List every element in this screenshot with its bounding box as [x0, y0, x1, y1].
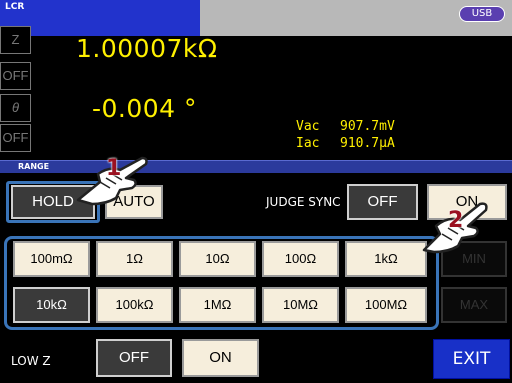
max-label: MAX	[459, 297, 489, 312]
callout-1-number: 1	[106, 156, 122, 181]
param1-value: 1.00007kΩ	[76, 34, 218, 63]
low-z-off-label: OFF	[119, 349, 149, 366]
max-button[interactable]: MAX	[441, 287, 507, 323]
mode-title: LCR	[5, 2, 25, 12]
low-z-label: LOW Z	[11, 354, 51, 368]
range-buttons-highlight-outline	[4, 236, 439, 330]
param3-value: -0.004 °	[92, 94, 198, 123]
vac-label: Vac	[296, 119, 320, 134]
pointing-hand-icon-1: 1	[70, 152, 152, 212]
judge-sync-label: JUDGE SYNC	[266, 195, 341, 209]
callout-2-number: 2	[448, 208, 464, 233]
param3-button[interactable]: θ	[0, 94, 31, 122]
range-section-label: RANGE	[18, 162, 50, 171]
pointing-hand-icon-2: 2	[414, 194, 496, 256]
judge-sync-off-label: OFF	[367, 193, 398, 210]
usb-badge: USB	[459, 6, 505, 22]
low-z-on-label: ON	[209, 349, 232, 366]
low-z-off-button[interactable]: OFF	[96, 339, 172, 377]
judge-sync-off-button[interactable]: OFF	[347, 184, 418, 220]
status-bar: USB	[200, 0, 512, 36]
param1-button[interactable]: Z	[0, 26, 31, 54]
iac-value: 910.7μA	[340, 136, 395, 151]
iac-label: Iac	[296, 136, 320, 151]
param2-button[interactable]: OFF	[0, 62, 31, 90]
exit-button[interactable]: EXIT	[433, 339, 510, 379]
param4-button[interactable]: OFF	[0, 124, 31, 152]
low-z-on-button[interactable]: ON	[182, 339, 259, 377]
measurement-display: LCR USB Z OFF θ OFF 1.00007kΩ -0.004 ° V…	[0, 0, 512, 160]
vac-value: 907.7mV	[340, 119, 395, 134]
